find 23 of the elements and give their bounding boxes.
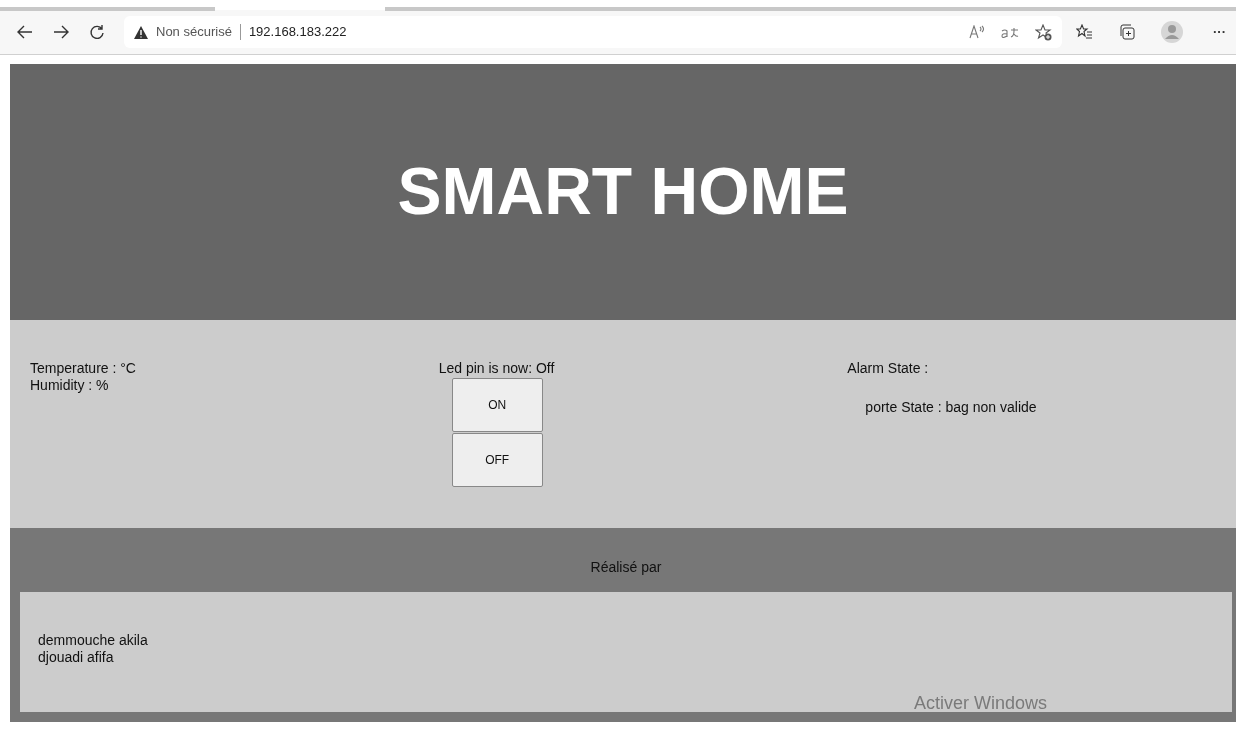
led-toggle-button[interactable]: ON (451, 377, 543, 432)
add-favorite-icon[interactable] (1035, 23, 1052, 41)
sensor-reading: Temperature : °C (30, 360, 137, 377)
translate-icon[interactable] (1001, 26, 1019, 38)
activation-notice: Activer Windows (914, 692, 1048, 715)
sensor-reading: Humidity : % (30, 376, 110, 394)
menu-button[interactable]: ··· (1213, 22, 1226, 42)
author-name: demmouche akila (38, 632, 149, 649)
address-bar[interactable]: Non sécurisé 192.168.183.222 (124, 16, 1062, 48)
led-status: Led pin is now: Off (438, 360, 555, 376)
door-state: porte State : bag non valide (865, 398, 1037, 416)
footer-heading: Réalisé par (589, 558, 663, 577)
page-title: SMART HOME (397, 153, 849, 231)
profile-avatar[interactable] (1161, 21, 1183, 43)
collections-icon[interactable] (1119, 24, 1135, 40)
alarm-state: Alarm State : (847, 360, 929, 376)
favorites-icon[interactable] (1076, 24, 1093, 40)
warning-icon (134, 25, 148, 39)
url-text: 192.168.183.222 (248, 23, 347, 42)
author-name: djouadi afifa (38, 648, 115, 666)
led-toggle-button[interactable]: OFF (451, 432, 543, 487)
read-aloud-icon[interactable] (969, 25, 985, 39)
security-label: Non sécurisé (156, 23, 232, 42)
